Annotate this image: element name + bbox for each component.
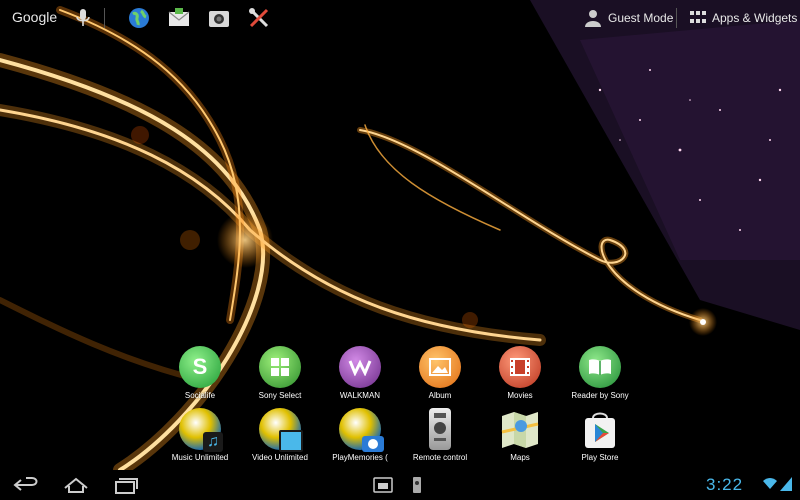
- movies-icon: [499, 346, 541, 388]
- app-remote-control[interactable]: Remote control: [400, 408, 480, 462]
- app-movies[interactable]: Movies: [480, 346, 560, 400]
- back-icon[interactable]: [12, 474, 42, 496]
- play-store-icon: [579, 408, 621, 450]
- google-search-logo[interactable]: Google: [12, 9, 57, 25]
- app-label: WALKMAN: [339, 391, 381, 400]
- apps-grid-icon: [690, 11, 706, 25]
- divider: [676, 8, 677, 28]
- app-music-unlimited[interactable]: ♫ Music Unlimited: [160, 408, 240, 462]
- camera-icon[interactable]: [207, 6, 231, 30]
- app-reader-by-sony[interactable]: Reader by Sony: [560, 346, 640, 400]
- app-label: Maps: [510, 453, 530, 462]
- app-label: Sony Select: [258, 391, 302, 400]
- guest-mode-label: Guest Mode: [608, 11, 674, 25]
- app-album[interactable]: Album: [400, 346, 480, 400]
- microphone-icon[interactable]: [74, 8, 92, 28]
- music-unlimited-icon: ♫: [179, 408, 223, 452]
- album-icon: [419, 346, 461, 388]
- home-icon[interactable]: [61, 474, 91, 496]
- maps-icon: [499, 408, 541, 450]
- app-label: Movies: [507, 391, 533, 400]
- walkman-icon: [339, 346, 381, 388]
- playmemories-icon: [339, 408, 384, 452]
- app-label: Play Store: [581, 453, 619, 462]
- divider: [104, 8, 105, 28]
- socialife-icon: S: [179, 346, 221, 388]
- remote-control-icon: [419, 408, 461, 450]
- app-label: Remote control: [412, 453, 468, 462]
- apps-widgets-button[interactable]: Apps & Widgets: [690, 7, 797, 29]
- top-bar: Google Guest Mode Apps & Widgets: [0, 0, 800, 36]
- app-label: Album: [428, 391, 452, 400]
- app-walkman[interactable]: WALKMAN: [320, 346, 400, 400]
- small-apps-icon[interactable]: [368, 474, 398, 496]
- email-icon[interactable]: [167, 6, 191, 30]
- sony-select-icon: [259, 346, 301, 388]
- person-icon: [585, 10, 601, 27]
- guest-mode-button[interactable]: Guest Mode: [584, 7, 673, 29]
- video-unlimited-icon: [259, 408, 303, 452]
- app-sony-select[interactable]: Sony Select: [240, 346, 320, 400]
- reader-icon: [579, 346, 621, 388]
- globe-icon[interactable]: [127, 6, 151, 30]
- app-maps[interactable]: Maps: [480, 408, 560, 462]
- app-label: Socialife: [184, 391, 216, 400]
- remote-icon[interactable]: [402, 474, 432, 496]
- app-label: Video Unlimited: [252, 453, 308, 462]
- app-label: PlayMemories (: [332, 453, 388, 462]
- app-play-store[interactable]: Play Store: [560, 408, 640, 462]
- settings-tools-icon[interactable]: [247, 6, 271, 30]
- app-socialife[interactable]: S Socialife: [160, 346, 240, 400]
- app-video-unlimited[interactable]: Video Unlimited: [240, 408, 320, 462]
- battery-icon[interactable]: [780, 477, 792, 491]
- system-bar: [0, 470, 800, 500]
- recent-apps-icon[interactable]: [110, 474, 140, 496]
- clock: 3:22: [706, 475, 744, 494]
- apps-widgets-label: Apps & Widgets: [712, 11, 798, 25]
- wifi-icon[interactable]: [763, 478, 777, 490]
- app-label: Music Unlimited: [171, 453, 229, 462]
- app-label: Reader by Sony: [571, 391, 629, 400]
- app-playmemories[interactable]: PlayMemories (: [320, 408, 400, 462]
